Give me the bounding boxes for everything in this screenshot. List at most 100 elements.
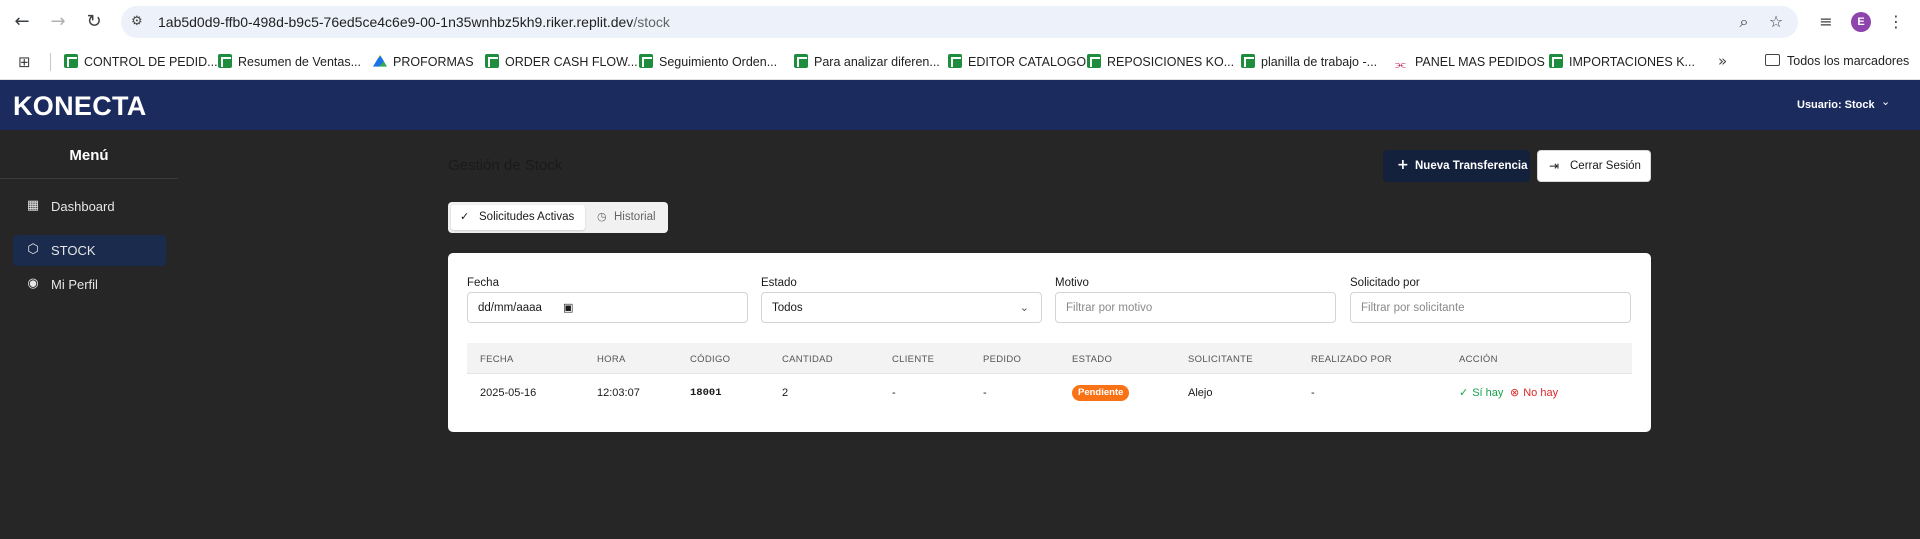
tab-solicitudes-activas[interactable]: ✓ Solicitudes Activas <box>451 205 585 230</box>
logout-label: Cerrar Sesión <box>1570 160 1641 172</box>
column-header: CLIENTE <box>892 354 935 365</box>
sheets-icon <box>1241 54 1255 68</box>
sheets-icon <box>948 54 962 68</box>
sheets-icon <box>1549 54 1563 68</box>
back-arrow-icon[interactable]: ← <box>11 11 33 33</box>
check-icon: ✓ <box>1459 386 1469 399</box>
more-bookmarks-icon[interactable]: » <box>1718 52 1727 70</box>
bookmark-item[interactable]: PROFORMAS <box>373 54 474 70</box>
site-settings-icon[interactable]: ⚙ <box>131 14 147 30</box>
bookmark-item[interactable]: EDITOR CATALOGO <box>948 54 1086 70</box>
folder-icon <box>1765 54 1780 66</box>
bookmark-item[interactable]: planilla de trabajo -... <box>1241 54 1377 70</box>
x-circle-icon: ⊗ <box>1510 386 1520 399</box>
table-header: FECHA HORA CÓDIGO CANTIDAD CLIENTE PEDID… <box>467 343 1632 374</box>
browser-toolbar: ← → ↻ ⚙ 1ab5d0d9-ffb0-498d-b9c5-76ed5ce4… <box>0 0 1920 44</box>
column-header: ACCIÓN <box>1459 354 1498 365</box>
dashboard-icon: ▦ <box>26 198 40 213</box>
tab-label: Solicitudes Activas <box>479 211 575 223</box>
zoom-icon[interactable]: ⌕ <box>1735 13 1753 31</box>
bookmark-item[interactable]: REPOSICIONES KO... <box>1087 54 1234 70</box>
bookmark-item[interactable]: ⫘ PANEL MAS PEDIDOS <box>1395 54 1545 71</box>
logout-icon: ⇥ <box>1549 159 1560 173</box>
page-title: Gestión de Stock <box>448 157 563 174</box>
calendar-icon[interactable]: ▣ <box>563 301 573 314</box>
drive-icon <box>373 54 387 67</box>
solicitado-filter-placeholder: Filtrar por solicitante <box>1361 302 1465 314</box>
sidebar-item-dashboard[interactable]: ▦ Dashboard <box>13 191 166 222</box>
table-row: 2025-05-16 12:03:07 18001 2 - - Pendient… <box>467 374 1632 412</box>
sidebar-item-label: Dashboard <box>51 199 115 214</box>
url-text[interactable]: 1ab5d0d9-ffb0-498d-b9c5-76ed5ce4c6e9-00-… <box>158 14 670 30</box>
requests-card: Fecha dd/mm/aaaa ▣ Estado Todos ⌄ Motivo… <box>448 253 1651 432</box>
cell-cliente: - <box>892 387 896 399</box>
bookmark-item[interactable]: IMPORTACIONES K... <box>1549 54 1695 70</box>
bookmark-star-icon[interactable]: ☆ <box>1767 13 1785 31</box>
user-menu-label[interactable]: Usuario: Stock <box>1797 99 1875 111</box>
sheets-icon <box>218 54 232 68</box>
no-hay-button[interactable]: ⊗ No hay <box>1510 386 1558 399</box>
column-header: CÓDIGO <box>690 354 731 365</box>
plus-icon: + <box>1397 157 1409 173</box>
sidebar-item-stock[interactable]: ⬡ STOCK <box>13 235 166 266</box>
browser-menu-icon[interactable]: ⋮ <box>1885 11 1907 33</box>
app-header: KONECTA Usuario: Stock ⌄ <box>0 80 1920 130</box>
cell-cantidad: 2 <box>782 387 789 399</box>
column-header: HORA <box>597 354 626 365</box>
history-icon: ◷ <box>597 210 607 223</box>
check-icon: ✓ <box>460 210 470 223</box>
tabs-bar: ✓ Solicitudes Activas ◷ Historial <box>448 202 668 233</box>
bookmark-item[interactable]: Resumen de Ventas... <box>218 54 361 70</box>
si-hay-button[interactable]: ✓ Sí hay <box>1459 386 1503 399</box>
media-controls-icon[interactable]: ≡ <box>1815 11 1837 33</box>
status-badge: Pendiente <box>1072 385 1130 401</box>
bookmarks-bar: ⊞ CONTROL DE PEDID... Resumen de Ventas.… <box>0 44 1920 80</box>
sheets-icon <box>1087 54 1101 68</box>
column-header: REALIZADO POR <box>1311 354 1392 365</box>
tab-historial[interactable]: ◷ Historial <box>588 205 664 230</box>
column-header: CANTIDAD <box>782 354 833 365</box>
motivo-filter-input[interactable]: Filtrar por motivo <box>1055 292 1336 323</box>
bookmark-item[interactable]: Seguimiento Orden... <box>639 54 777 70</box>
sidebar-item-label: Mi Perfil <box>51 277 98 292</box>
bookmark-item[interactable]: Para analizar diferen... <box>794 54 940 70</box>
sidebar-item-label: STOCK <box>51 243 96 258</box>
estado-filter-select[interactable]: Todos ⌄ <box>761 292 1042 323</box>
sheets-icon <box>794 54 808 68</box>
bookmark-item[interactable]: ORDER CASH FLOW... <box>485 54 638 70</box>
sidebar-title: Menú <box>69 147 109 164</box>
profile-avatar[interactable]: E <box>1851 12 1871 32</box>
sheets-icon <box>639 54 653 68</box>
sidebar-divider <box>0 178 178 179</box>
user-circle-icon: ◉ <box>27 276 39 291</box>
cell-hora: 12:03:07 <box>597 387 640 399</box>
column-header: PEDIDO <box>983 354 1022 365</box>
cell-solicitante: Alejo <box>1188 387 1213 399</box>
forward-arrow-icon[interactable]: → <box>47 11 69 33</box>
sidebar-item-mi-perfil[interactable]: ◉ Mi Perfil <box>13 269 166 300</box>
cell-codigo: 18001 <box>690 387 722 399</box>
solicitado-filter-input[interactable]: Filtrar por solicitante <box>1350 292 1631 323</box>
fecha-filter-value: dd/mm/aaaa <box>478 302 542 314</box>
logout-button[interactable]: ⇥ Cerrar Sesión <box>1537 150 1651 182</box>
new-transfer-button[interactable]: + Nueva Transferencia <box>1383 150 1530 182</box>
box-icon: ⬡ <box>27 242 39 257</box>
reload-icon[interactable]: ↻ <box>83 11 105 33</box>
panel-icon: ⫘ <box>1395 57 1406 71</box>
chevron-down-icon[interactable]: ⌄ <box>1881 95 1890 108</box>
column-header: ESTADO <box>1072 354 1113 365</box>
all-bookmarks-folder[interactable]: Todos los marcadores <box>1765 54 1909 68</box>
estado-filter-label: Estado <box>761 277 797 289</box>
cell-pedido: - <box>983 387 987 399</box>
cell-realizado: - <box>1311 387 1315 399</box>
sheets-icon <box>485 54 499 68</box>
app-logo[interactable]: KONECTA <box>13 92 147 120</box>
new-transfer-label: Nueva Transferencia <box>1415 160 1528 172</box>
estado-filter-value: Todos <box>772 302 803 314</box>
cell-fecha: 2025-05-16 <box>480 387 537 399</box>
fecha-filter-input[interactable]: dd/mm/aaaa ▣ <box>467 292 748 323</box>
apps-grid-icon[interactable]: ⊞ <box>18 53 36 71</box>
bookmark-item[interactable]: CONTROL DE PEDID... <box>64 54 218 70</box>
sheets-icon <box>64 54 78 68</box>
address-bar[interactable]: ⚙ 1ab5d0d9-ffb0-498d-b9c5-76ed5ce4c6e9-0… <box>121 6 1798 38</box>
